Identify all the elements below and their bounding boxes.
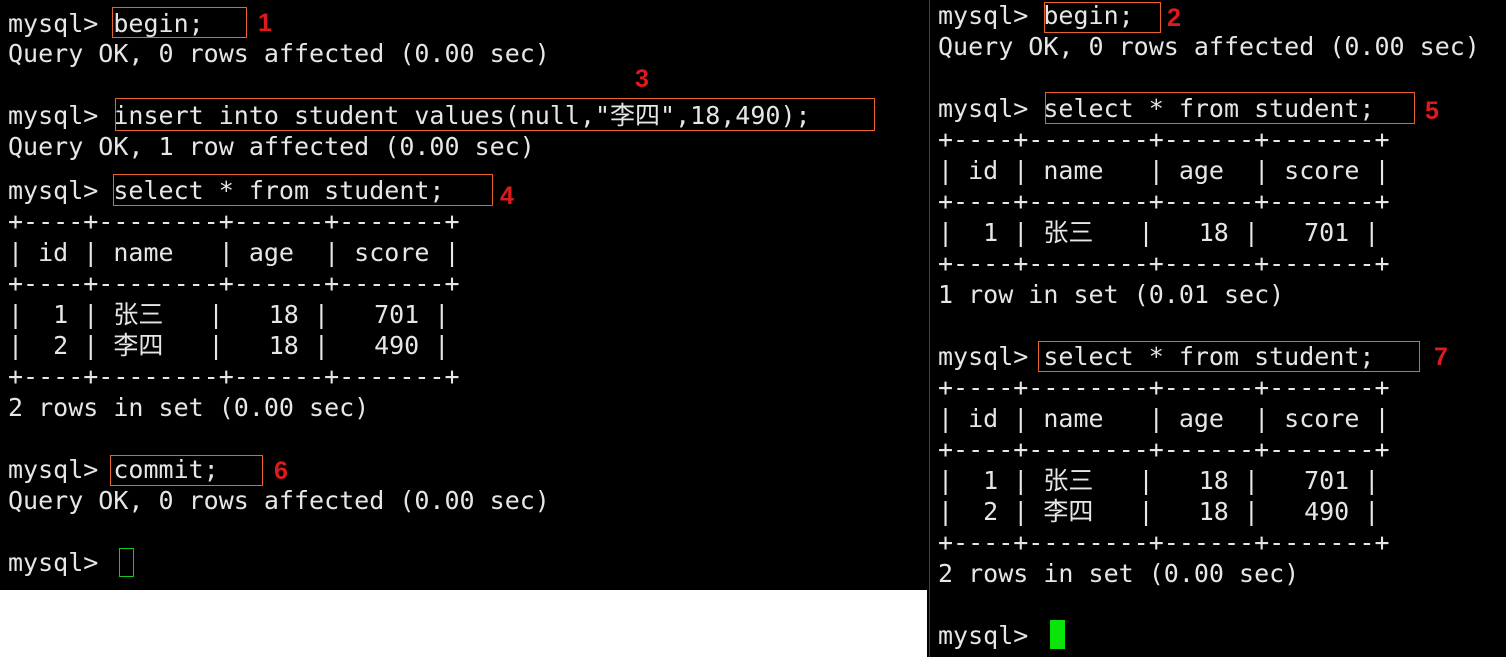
terminal-line: 2 rows in set (0.00 sec) [938,559,1300,588]
annotation-box-6 [110,455,263,486]
table-border: +----+--------+------+-------+ [8,207,460,236]
annotation-box-7 [1038,341,1420,372]
step-number-6: 6 [274,457,288,485]
annotation-box-5 [1045,92,1415,124]
table-border: +----+--------+------+-------+ [8,269,460,298]
terminal-line: 1 row in set (0.01 sec) [938,280,1285,309]
annotation-box-3 [115,98,875,131]
table-border: +----+--------+------+-------+ [938,528,1390,557]
table-row: | 2 | 李四 | 18 | 490 | [938,497,1380,526]
table-header-row: | id | name | age | score | [938,156,1390,185]
table-header-row: | id | name | age | score | [938,404,1390,433]
annotation-box-1 [112,7,247,38]
table-header-row: | id | name | age | score | [8,238,460,267]
terminal-line: Query OK, 0 rows affected (0.00 sec) [8,39,550,68]
table-border: +----+--------+------+-------+ [938,249,1390,278]
step-number-3: 3 [635,65,649,93]
annotation-box-2 [1044,2,1161,33]
table-border: +----+--------+------+-------+ [8,362,460,391]
step-number-1: 1 [258,9,272,37]
step-number-5: 5 [1425,97,1439,125]
step-number-7: 7 [1434,343,1448,371]
left-terminal[interactable]: mysql> begin; Query OK, 0 rows affected … [0,0,927,590]
step-number-4: 4 [500,182,514,210]
table-border: +----+--------+------+-------+ [938,187,1390,216]
terminal-line: Query OK, 0 rows affected (0.00 sec) [938,32,1480,61]
terminal-line: 2 rows in set (0.00 sec) [8,393,370,422]
terminal-line: Query OK, 1 row affected (0.00 sec) [8,132,535,161]
terminal-cursor [1050,620,1065,649]
table-row: | 1 | 张三 | 18 | 701 | [8,300,450,329]
terminal-cursor [119,548,134,577]
annotation-box-4 [113,174,493,206]
terminal-line: Query OK, 0 rows affected (0.00 sec) [8,486,550,515]
table-row: | 2 | 李四 | 18 | 490 | [8,331,450,360]
table-border: +----+--------+------+-------+ [938,125,1390,154]
terminal-prompt: mysql> [8,548,114,577]
pane-divider-line [929,0,930,657]
step-number-2: 2 [1167,4,1181,32]
table-border: +----+--------+------+-------+ [938,435,1390,464]
table-border: +----+--------+------+-------+ [938,373,1390,402]
table-row: | 1 | 张三 | 18 | 701 | [938,218,1380,247]
table-row: | 1 | 张三 | 18 | 701 | [938,466,1380,495]
terminal-prompt: mysql> [938,621,1044,650]
